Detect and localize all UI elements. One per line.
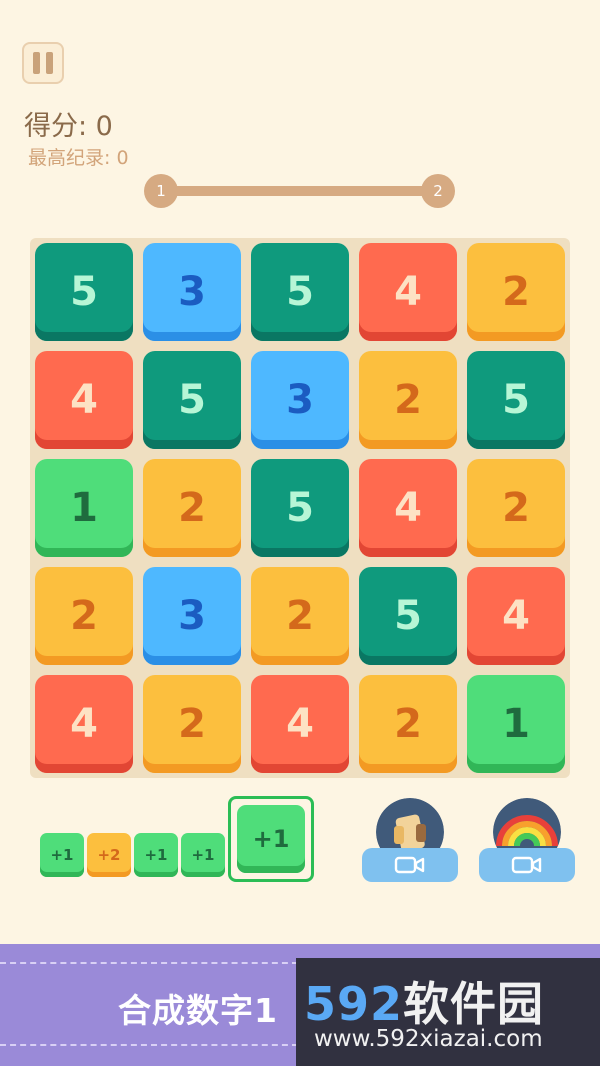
board-tile[interactable]: 2 <box>143 459 241 557</box>
watermark-digits: 592 <box>304 977 404 1031</box>
board-tile[interactable]: 5 <box>35 243 133 341</box>
board-tile[interactable]: 5 <box>251 459 349 557</box>
site-watermark: 592软件园 www.592xiazai.com <box>296 958 600 1066</box>
hammer-powerup-button[interactable] <box>362 796 458 884</box>
board-tile[interactable]: 4 <box>359 243 457 341</box>
board-tile[interactable]: 2 <box>467 243 565 341</box>
best-score-label: 最高纪录: 0 <box>28 147 129 169</box>
queue-piece: +1 <box>181 833 225 877</box>
board-tile[interactable]: 2 <box>251 567 349 665</box>
level-progress-track <box>160 186 440 196</box>
score-label: 得分: 0 <box>24 111 113 142</box>
queue-piece: +1 <box>134 833 178 877</box>
current-piece[interactable]: +1 <box>237 805 305 873</box>
queue-piece: +2 <box>87 833 131 877</box>
board-tile[interactable]: 4 <box>35 675 133 773</box>
board-tile[interactable]: 4 <box>359 459 457 557</box>
board-tile[interactable]: 4 <box>35 351 133 449</box>
board-tile[interactable]: 5 <box>251 243 349 341</box>
watermark-url: www.592xiazai.com <box>314 1026 543 1052</box>
board-tile[interactable]: 4 <box>251 675 349 773</box>
board-tile[interactable]: 2 <box>359 351 457 449</box>
queue-piece: +1 <box>40 833 84 877</box>
pause-button[interactable] <box>22 42 64 84</box>
board-tile[interactable]: 5 <box>467 351 565 449</box>
watch-video-button[interactable] <box>479 848 575 882</box>
level-current-node: 1 <box>144 174 178 208</box>
board-tile[interactable]: 4 <box>467 567 565 665</box>
board-tile[interactable]: 2 <box>359 675 457 773</box>
banner-title: 合成数字1 <box>118 991 278 1030</box>
pause-icon <box>33 52 40 74</box>
current-piece-slot[interactable]: +1 <box>228 796 314 882</box>
watermark-text: 软件园 <box>403 977 545 1031</box>
board-tile[interactable]: 2 <box>143 675 241 773</box>
video-camera-icon <box>394 856 425 874</box>
board-tile[interactable]: 1 <box>467 675 565 773</box>
board-tile[interactable]: 5 <box>359 567 457 665</box>
game-board: 5354245325125422325442421 <box>30 238 570 778</box>
board-tile[interactable]: 2 <box>35 567 133 665</box>
board-tile[interactable]: 5 <box>143 351 241 449</box>
board-tile[interactable]: 3 <box>143 243 241 341</box>
board-tile[interactable]: 2 <box>467 459 565 557</box>
watermark-brand: 592软件园 <box>304 968 544 1034</box>
rainbow-powerup-button[interactable] <box>479 796 575 884</box>
board-tile[interactable]: 3 <box>143 567 241 665</box>
board-tile[interactable]: 3 <box>251 351 349 449</box>
board-tile[interactable]: 1 <box>35 459 133 557</box>
video-camera-icon <box>511 856 542 874</box>
watch-video-button[interactable] <box>362 848 458 882</box>
level-next-node: 2 <box>421 174 455 208</box>
